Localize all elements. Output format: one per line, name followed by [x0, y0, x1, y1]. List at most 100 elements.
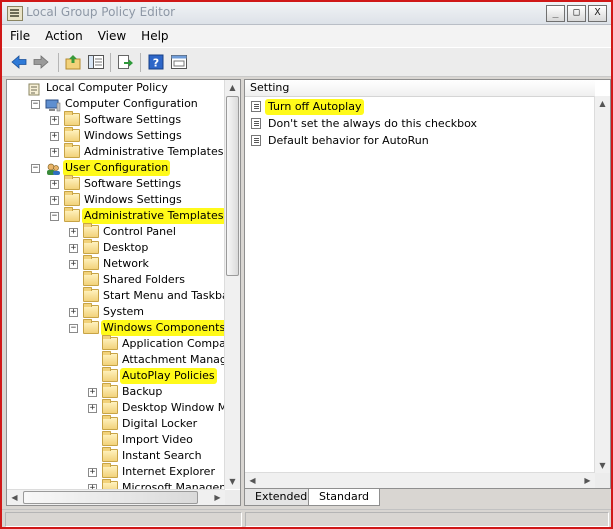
expand-icon[interactable]: + [50, 132, 59, 141]
expand-icon[interactable]: + [69, 260, 78, 269]
collapse-icon[interactable]: − [31, 164, 40, 173]
expand-icon[interactable]: + [88, 388, 97, 397]
folder-icon [83, 271, 99, 286]
restore-button[interactable]: □ [567, 5, 586, 22]
tree-item[interactable]: − Computer Configuration [7, 96, 225, 112]
folder-icon [102, 399, 118, 414]
tree-item[interactable]: + Software Settings [7, 175, 225, 192]
expand-icon[interactable]: + [88, 468, 97, 477]
minimize-button[interactable]: _ [546, 5, 565, 22]
tree-item[interactable]: + Internet Explorer [7, 463, 225, 480]
show-tree-icon[interactable] [87, 53, 105, 71]
expand-icon[interactable]: + [69, 308, 78, 317]
folder-icon [83, 255, 99, 270]
tree-scroll-thumb[interactable] [226, 96, 239, 276]
tree-item-label: Computer Configuration [65, 97, 198, 110]
folder-icon [102, 383, 118, 398]
scroll-left-icon[interactable]: ◀ [245, 473, 260, 488]
tree-item[interactable]: + Desktop [7, 239, 225, 256]
forward-arrow-icon[interactable] [32, 53, 50, 71]
tree-item[interactable]: AutoPlay Policies [7, 367, 225, 384]
tree-item[interactable]: Local Computer Policy [7, 80, 225, 96]
tree-item[interactable]: + Windows Settings [7, 127, 225, 144]
tree-item[interactable]: − Windows Components [7, 319, 225, 336]
setting-label: Turn off Autoplay [265, 99, 365, 115]
tree-item[interactable]: Attachment Manager [7, 351, 225, 368]
folder-icon [64, 175, 80, 190]
expand-icon[interactable]: + [69, 228, 78, 237]
tree-item[interactable]: + System [7, 303, 225, 320]
tree-item[interactable]: + Software Settings [7, 111, 225, 128]
folder-icon [83, 303, 99, 318]
tree-item[interactable]: + Backup [7, 383, 225, 400]
collapse-icon[interactable]: − [50, 212, 59, 221]
tree-item-label: Microsoft Management C [122, 481, 225, 489]
scroll-right-icon[interactable]: ▶ [580, 473, 595, 488]
tree-item-label: Attachment Manager [122, 353, 225, 366]
tab-standard[interactable]: Standard [308, 489, 381, 506]
tree-item-label: User Configuration [63, 160, 171, 176]
expand-icon[interactable]: + [88, 404, 97, 413]
help-icon[interactable]: ? [147, 53, 165, 71]
tree-item[interactable]: Import Video [7, 431, 225, 448]
tree-item[interactable]: Application Compatibility [7, 335, 225, 352]
tree-item-label: Desktop [103, 241, 149, 254]
expand-icon[interactable]: + [50, 180, 59, 189]
collapse-icon[interactable]: − [69, 324, 78, 333]
scroll-up-icon[interactable]: ▲ [595, 96, 610, 111]
toolbar-separator [140, 53, 141, 72]
list-vertical-scrollbar[interactable]: ▲ ▼ [594, 96, 610, 473]
tree-item[interactable]: − Administrative Templates [7, 207, 225, 224]
properties-icon[interactable] [170, 53, 188, 71]
tree-item-label: Windows Settings [84, 129, 182, 142]
tree-item[interactable]: + Desktop Window Manag [7, 399, 225, 416]
computer-icon [45, 97, 61, 112]
setting-column-label: Setting [250, 81, 290, 94]
scroll-left-icon[interactable]: ◀ [7, 490, 22, 505]
setting-label: Don't set the always do this checkbox [268, 117, 477, 130]
back-arrow-icon[interactable] [10, 53, 28, 71]
expand-icon[interactable]: + [69, 244, 78, 253]
menu-file[interactable]: File [3, 29, 37, 43]
tree-item[interactable]: + Control Panel [7, 223, 225, 240]
menu-view[interactable]: View [91, 29, 133, 43]
scroll-right-icon[interactable]: ▶ [210, 490, 225, 505]
collapse-icon[interactable]: − [31, 100, 40, 109]
tree-item[interactable]: + Administrative Templates [7, 143, 225, 160]
tree-item-label: AutoPlay Policies [120, 368, 217, 384]
folder-icon [102, 415, 118, 430]
tree-item[interactable]: + Network [7, 255, 225, 272]
tree-item[interactable]: Shared Folders [7, 271, 225, 288]
svg-text:?: ? [153, 57, 159, 70]
expand-icon[interactable]: + [50, 148, 59, 157]
scroll-down-icon[interactable]: ▼ [595, 458, 610, 473]
setting-column-header[interactable]: Setting [245, 80, 595, 97]
tree-item[interactable]: +Microsoft Management C [7, 479, 225, 489]
scroll-up-icon[interactable]: ▲ [225, 80, 240, 95]
tree-item-label: Digital Locker [122, 417, 198, 430]
tree-item[interactable]: − User Configuration [7, 160, 225, 176]
close-button[interactable]: X [588, 5, 607, 22]
list-horizontal-scrollbar[interactable]: ◀ ▶ [245, 472, 595, 488]
toolbar-separator [110, 53, 111, 72]
expand-icon[interactable]: + [50, 116, 59, 125]
scroll-down-icon[interactable]: ▼ [225, 474, 240, 489]
tree-hscroll-thumb[interactable] [23, 491, 198, 504]
menu-help[interactable]: Help [134, 29, 175, 43]
expand-icon[interactable]: + [50, 196, 59, 205]
tree-item[interactable]: + Windows Settings [7, 191, 225, 208]
folder-icon [102, 463, 118, 478]
title-bar[interactable]: Local Group Policy Editor _ □ X [2, 2, 611, 25]
toolbar: ? [2, 47, 611, 77]
export-list-icon[interactable] [116, 53, 134, 71]
tree-vertical-scrollbar[interactable]: ▲ ▼ [224, 80, 240, 489]
tree-item[interactable]: Instant Search [7, 447, 225, 464]
window-controls: _ □ X [544, 5, 607, 22]
tree-item[interactable]: Start Menu and Taskbar [7, 287, 225, 304]
tree-horizontal-scrollbar[interactable]: ◀ ▶ [7, 489, 225, 505]
folder-icon [102, 431, 118, 446]
up-folder-icon[interactable] [64, 53, 82, 71]
tree-item[interactable]: Digital Locker [7, 415, 225, 432]
users-icon [45, 161, 61, 175]
menu-action[interactable]: Action [38, 29, 90, 43]
